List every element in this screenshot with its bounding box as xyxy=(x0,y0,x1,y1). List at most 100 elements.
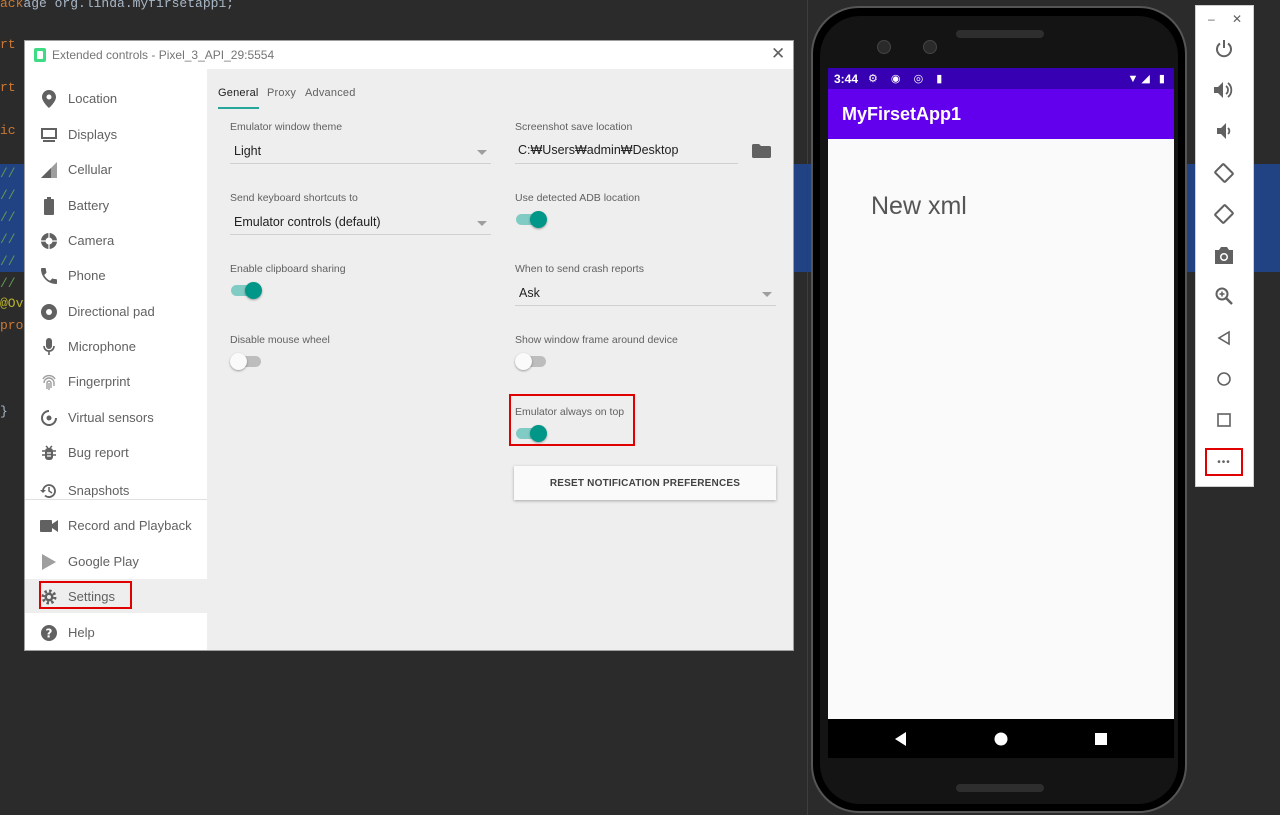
tab-general[interactable]: General xyxy=(218,87,259,99)
chevron-down-icon xyxy=(762,292,772,297)
crash-dropdown[interactable]: Ask xyxy=(515,280,776,306)
chevron-down-icon xyxy=(477,221,487,226)
adb-label: Use detected ADB location xyxy=(515,192,640,204)
sidebar-item-battery[interactable]: Battery xyxy=(25,188,207,222)
sidebar-item-label: Cellular xyxy=(68,162,113,177)
settings-panel: General Proxy Advanced Emulator window t… xyxy=(207,69,793,650)
sidebar-item-phone[interactable]: Phone xyxy=(25,258,207,292)
more-highlight-box xyxy=(1205,448,1243,476)
sidebar-item-label: Bug report xyxy=(68,445,129,460)
history-icon xyxy=(40,482,58,500)
screenshot-label: Screenshot save location xyxy=(515,121,633,133)
sidebar-item-fingerprint[interactable]: Fingerprint xyxy=(25,364,207,398)
code-line-package: ackage org.linda.myfirsetapp1; xyxy=(0,0,235,11)
nav-back-icon[interactable] xyxy=(893,731,909,747)
sidebar-item-label: Battery xyxy=(68,198,110,213)
ontop-highlight-box xyxy=(509,394,635,446)
back-icon[interactable] xyxy=(1211,325,1237,351)
sidebar-item-displays[interactable]: Displays xyxy=(25,117,207,151)
front-camera-icon xyxy=(877,40,891,54)
code-brace: } xyxy=(0,404,8,419)
sidebar-item-location[interactable]: Location xyxy=(25,81,207,115)
shortcuts-value: Emulator controls (default) xyxy=(234,215,381,229)
sidebar-item-label: Camera xyxy=(68,233,115,248)
folder-icon[interactable] xyxy=(752,144,771,158)
sidebar-item-snapshots[interactable]: Snapshots xyxy=(25,473,207,507)
location-pin-icon xyxy=(40,90,58,108)
sidebar-item-label: Google Play xyxy=(68,554,139,569)
svg-text:?: ? xyxy=(46,627,53,641)
sidebar: Location Displays Cellular Battery Camer… xyxy=(25,69,207,650)
sidebar-item-camera[interactable]: Camera xyxy=(25,223,207,257)
code-comment-4: // xyxy=(0,232,16,247)
home-icon[interactable] xyxy=(1211,366,1237,392)
phone-device: 3:44 ⚙ ◉ ◎ ▮ ▼◢ ▮ MyFirsetApp1 New xml xyxy=(811,6,1187,813)
emulator-toolbar: – ✕ ••• xyxy=(1196,6,1253,486)
reset-notification-button[interactable]: RESET NOTIFICATION PREFERENCES xyxy=(514,466,776,500)
tab-proxy[interactable]: Proxy xyxy=(267,87,296,99)
shortcuts-label: Send keyboard shortcuts to xyxy=(230,192,358,204)
window-title-bar[interactable]: Extended controls - Pixel_3_API_29:5554 … xyxy=(25,41,793,69)
minimize-button[interactable]: – xyxy=(1208,12,1215,26)
tab-advanced[interactable]: Advanced xyxy=(305,87,356,99)
toggle-knob xyxy=(515,353,532,370)
sidebar-item-google-play[interactable]: Google Play xyxy=(25,544,207,578)
help-icon: ? xyxy=(40,624,58,642)
sidebar-item-cellular[interactable]: Cellular xyxy=(25,152,207,186)
volume-up-icon[interactable] xyxy=(1211,77,1237,103)
crash-label: When to send crash reports xyxy=(515,263,644,275)
frame-label: Show window frame around device xyxy=(515,334,678,346)
content-text: New xml xyxy=(871,192,967,220)
theme-label: Emulator window theme xyxy=(230,121,343,133)
sensors-icon xyxy=(40,409,58,427)
sidebar-item-label: Record and Playback xyxy=(68,518,192,533)
screenshot-path-input[interactable] xyxy=(515,138,738,162)
microphone-icon xyxy=(40,338,58,356)
rotate-left-icon[interactable] xyxy=(1211,160,1237,186)
rotate-right-icon[interactable] xyxy=(1211,201,1237,227)
toggle-knob xyxy=(245,282,262,299)
nav-home-icon[interactable] xyxy=(993,731,1009,747)
power-icon[interactable] xyxy=(1211,36,1237,62)
bug-icon xyxy=(40,444,58,462)
toolbar-close-button[interactable]: ✕ xyxy=(1232,12,1242,26)
battery-icon xyxy=(40,197,58,215)
screenshot-path-field[interactable] xyxy=(515,138,738,164)
shortcuts-dropdown[interactable]: Emulator controls (default) xyxy=(230,209,491,235)
camera-aperture-icon xyxy=(40,232,58,250)
volume-down-icon[interactable] xyxy=(1211,118,1237,144)
camera-icon[interactable] xyxy=(1211,242,1237,268)
sidebar-item-microphone[interactable]: Microphone xyxy=(25,329,207,363)
sidebar-item-label: Virtual sensors xyxy=(68,410,154,425)
status-time: 3:44 xyxy=(834,72,859,86)
code-comment-3: // xyxy=(0,210,16,225)
code-annotation: @Ov xyxy=(0,296,24,311)
sidebar-item-virtual-sensors[interactable]: Virtual sensors xyxy=(25,400,207,434)
sidebar-item-directional-pad[interactable]: Directional pad xyxy=(25,294,207,328)
sidebar-item-bug-report[interactable]: Bug report xyxy=(25,435,207,469)
mousewheel-toggle[interactable] xyxy=(230,353,262,370)
clipboard-toggle[interactable] xyxy=(230,282,262,299)
adb-toggle[interactable] xyxy=(515,211,547,228)
sidebar-item-label: Location xyxy=(68,91,118,106)
fingerprint-icon xyxy=(40,373,58,391)
phone-screen[interactable]: 3:44 ⚙ ◉ ◎ ▮ ▼◢ ▮ MyFirsetApp1 New xml xyxy=(828,68,1174,758)
frame-toggle[interactable] xyxy=(515,353,547,370)
sidebar-item-record-playback[interactable]: Record and Playback xyxy=(25,508,207,542)
sidebar-item-help[interactable]: ? Help xyxy=(25,615,207,649)
phone-icon xyxy=(40,267,58,285)
sidebar-item-label: Help xyxy=(68,625,95,640)
sidebar-item-label: Snapshots xyxy=(68,483,130,498)
android-emulator-icon xyxy=(34,48,46,62)
nav-overview-icon[interactable] xyxy=(1093,731,1109,747)
extended-controls-window: Extended controls - Pixel_3_API_29:5554 … xyxy=(25,41,793,650)
code-comment-1: // xyxy=(0,166,16,181)
close-window-button[interactable]: ✕ xyxy=(771,44,785,64)
sidebar-item-label: Directional pad xyxy=(68,304,155,319)
cellular-signal-icon xyxy=(40,161,58,179)
zoom-icon[interactable] xyxy=(1211,283,1237,309)
code-comment-2: // xyxy=(0,188,16,203)
overview-icon[interactable] xyxy=(1211,407,1237,433)
display-icon xyxy=(40,126,58,144)
theme-dropdown[interactable]: Light xyxy=(230,138,491,164)
